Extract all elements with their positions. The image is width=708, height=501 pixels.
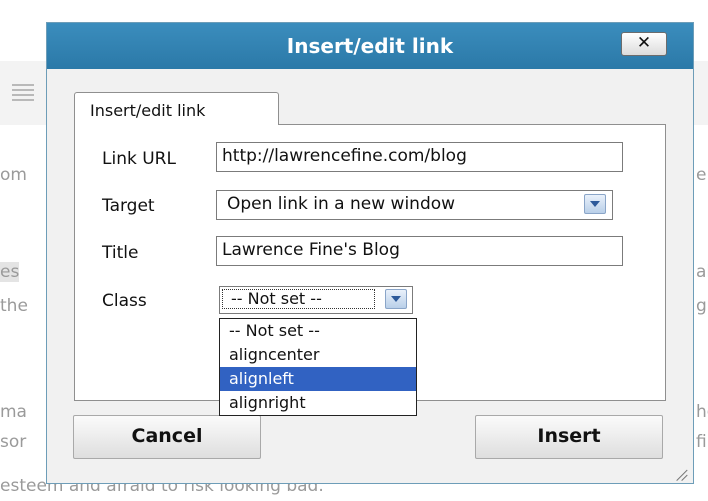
class-option[interactable]: -- Not set -- (220, 319, 416, 343)
class-option[interactable]: alignright (220, 391, 416, 415)
class-label: Class (102, 291, 147, 311)
align-justify-icon[interactable] (12, 84, 34, 106)
class-options-list: -- Not set -- aligncenter alignleft alig… (219, 318, 417, 416)
cancel-button[interactable]: Cancel (73, 415, 261, 459)
insert-edit-link-dialog: Insert/edit link ✕ Insert/edit link Link… (46, 22, 694, 484)
background-text: all (696, 262, 708, 282)
class-select-value: -- Not set -- (222, 289, 375, 309)
tab-insert-edit-link[interactable]: Insert/edit link (74, 92, 279, 125)
background-text: ma (0, 402, 27, 422)
link-url-label: Link URL (102, 149, 176, 169)
background-text: es (0, 262, 20, 282)
title-input[interactable]: Lawrence Fine's Blog (216, 236, 623, 266)
class-select[interactable]: -- Not set -- (219, 286, 413, 314)
class-option[interactable]: aligncenter (220, 343, 416, 367)
class-option-selected[interactable]: alignleft (220, 367, 416, 391)
background-text: g b (696, 296, 708, 316)
background-text: e (696, 165, 707, 185)
background-text: sor (0, 432, 27, 452)
title-label: Title (102, 243, 139, 263)
chevron-down-icon[interactable] (385, 289, 407, 309)
background-text: fir (696, 432, 708, 452)
background-text: the (0, 296, 28, 316)
close-button[interactable]: ✕ (621, 32, 667, 56)
target-select-value: Open link in a new window (227, 194, 456, 214)
background-text: om (0, 165, 27, 185)
chevron-down-icon[interactable] (584, 194, 606, 214)
link-url-input[interactable]: http://lawrencefine.com/blog (216, 142, 623, 172)
target-label: Target (102, 196, 155, 216)
dialog-title: Insert/edit link (286, 34, 454, 58)
dialog-titlebar[interactable]: Insert/edit link ✕ (47, 23, 693, 69)
resize-grip-icon[interactable] (676, 469, 689, 481)
target-select[interactable]: Open link in a new window (216, 190, 613, 220)
background-text: he (696, 402, 708, 422)
insert-button[interactable]: Insert (475, 415, 663, 459)
close-icon: ✕ (636, 33, 652, 53)
